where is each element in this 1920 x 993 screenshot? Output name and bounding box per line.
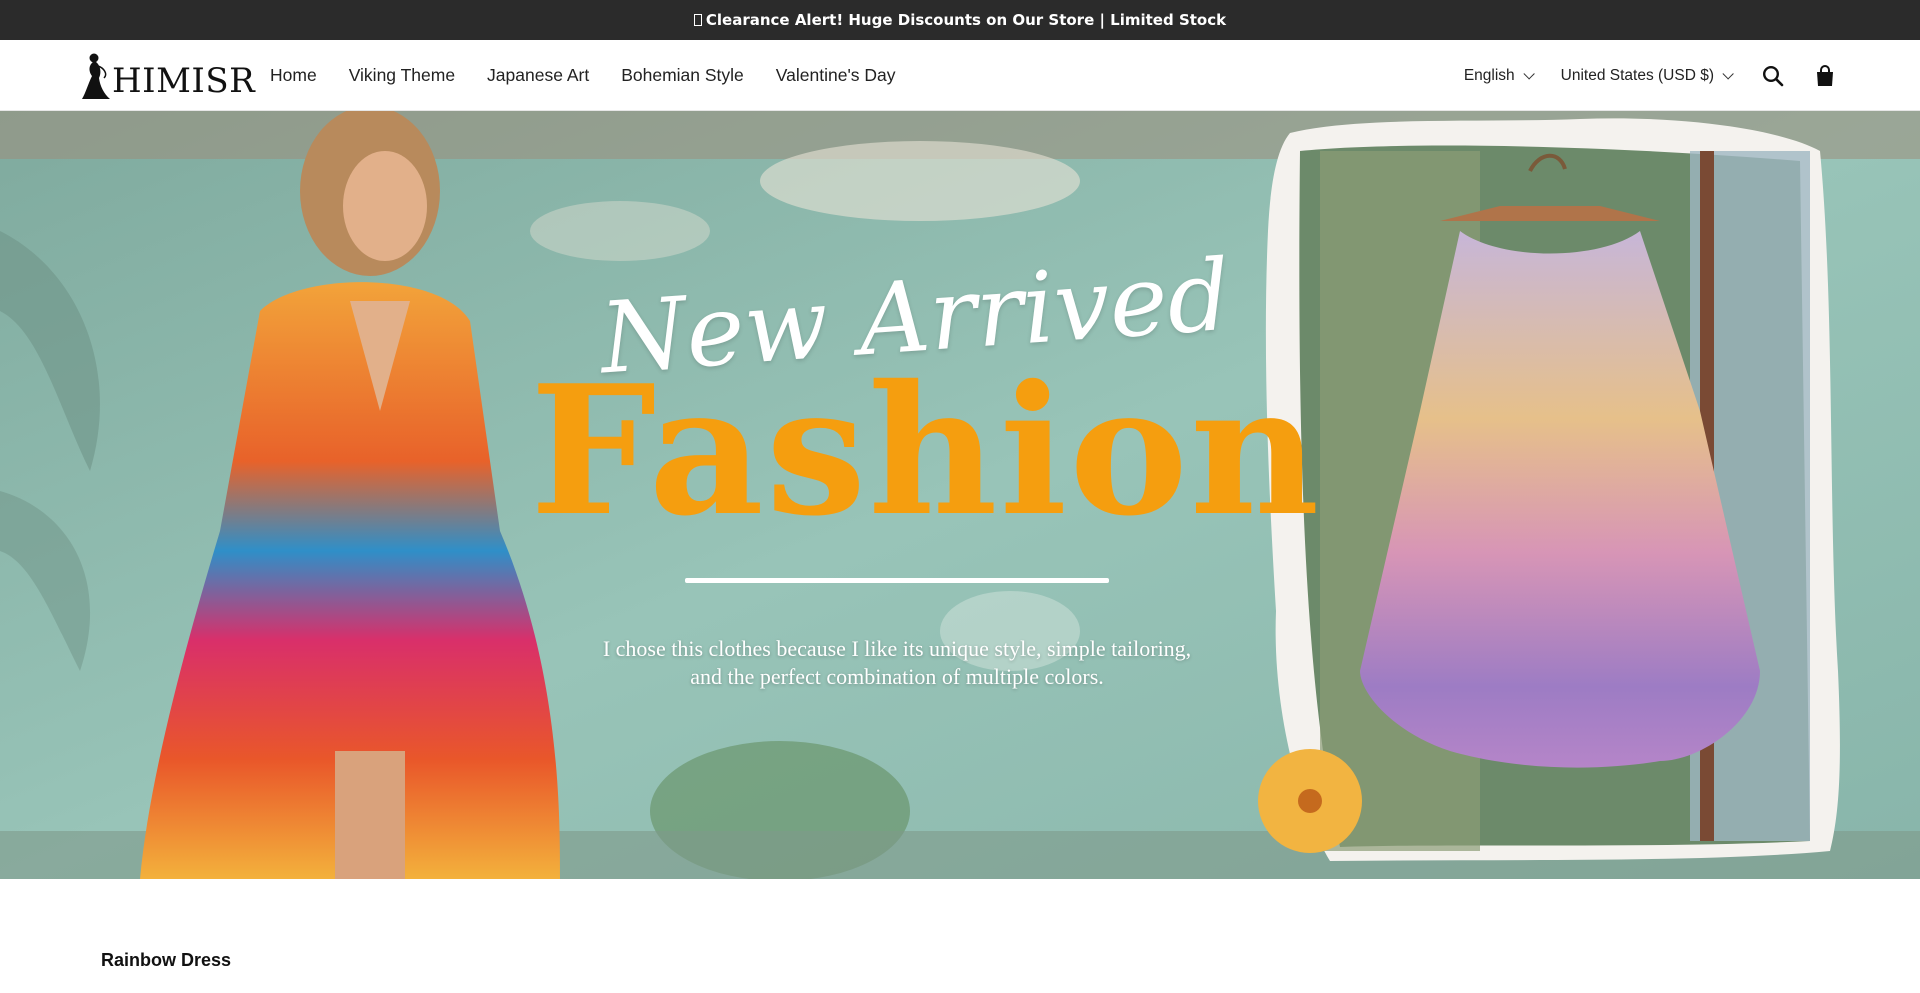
language-selector[interactable]: English [1463,66,1535,85]
chevron-down-icon [1722,67,1734,80]
shopping-bag-icon [1817,64,1833,86]
nav-home[interactable]: Home [270,65,317,86]
main-nav: Home Viking Theme Japanese Art Bohemian … [270,40,928,111]
language-value: English [1463,66,1515,84]
nav-viking-theme[interactable]: Viking Theme [349,65,455,86]
hero-banner[interactable]: New Arrived Fashion I chose this clothes… [0,111,1920,879]
nav-valentines-day[interactable]: Valentine's Day [776,65,896,86]
hero-subtitle-line-2: and the perfect combination of multiple … [690,664,1104,689]
hero-subtitle-line-1: I chose this clothes because I like its … [602,636,1192,661]
currency-selector[interactable]: United States (USD $) [1560,66,1734,85]
site-header: HIMISR Home Viking Theme Japanese Art Bo… [0,40,1920,111]
announcement-bar: Clearance Alert! Huge Discounts on Our S… [0,0,1920,40]
woman-silhouette-icon [82,53,110,99]
hero-subtitle: I chose this clothes because I like its … [560,635,1234,691]
search-icon [1762,65,1784,86]
chevron-down-icon [1523,67,1535,80]
hero-title: Fashion [530,346,1322,555]
header-tools: English United States (USD $) [1464,40,1838,111]
nav-bohemian-style[interactable]: Bohemian Style [621,65,744,86]
logo-text: HIMISR [112,61,256,101]
currency-value: United States (USD $) [1560,66,1714,84]
logo[interactable]: HIMISR [80,50,255,100]
hero-divider [685,578,1109,583]
cart-button[interactable] [1812,63,1838,89]
nav-japanese-art[interactable]: Japanese Art [487,65,589,86]
section-title: Rainbow Dress [101,950,232,970]
announcement-text: Clearance Alert! Huge Discounts on Our S… [705,11,1227,29]
search-button[interactable] [1760,63,1786,89]
announcement-icon [693,14,702,26]
